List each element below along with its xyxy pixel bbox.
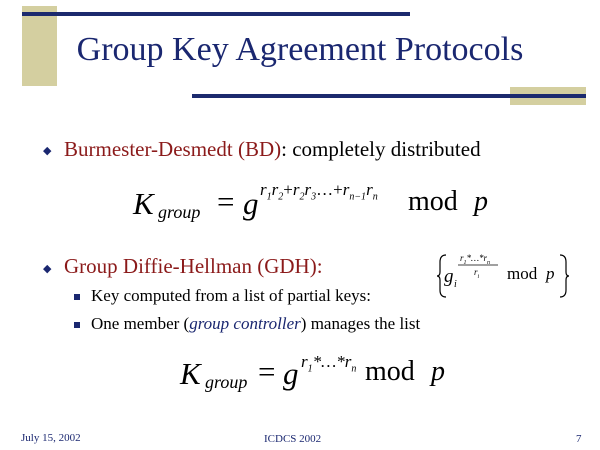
slide-title: Group Key Agreement Protocols xyxy=(76,31,524,68)
gdh-subitem-partial-keys: Key computed from a list of partial keys… xyxy=(91,286,371,305)
square-bullet-icon xyxy=(74,322,80,328)
partial-key-formula: g i r1*…*rn ri mod p xyxy=(436,252,570,300)
gdh-formula: K group = g r1*…*rn mod p xyxy=(180,352,445,392)
bd-description: : completely distributed xyxy=(281,137,481,161)
decorative-line-bottom xyxy=(192,94,586,98)
footer-page-number: 7 xyxy=(576,433,582,445)
bd-name: Burmester-Desmedt (BD) xyxy=(64,137,282,161)
bullet-bd: Burmester-Desmedt (BD): completely distr… xyxy=(64,137,481,162)
diamond-bullet-icon: ◆ xyxy=(43,263,52,275)
square-bullet-icon xyxy=(74,294,80,300)
footer-conference: ICDCS 2002 xyxy=(264,433,322,445)
footer-date: July 15, 2002 xyxy=(21,432,81,444)
gdh-name: Group Diffie-Hellman (GDH): xyxy=(64,254,323,278)
decorative-line-top xyxy=(22,12,410,16)
gdh-subitem-group-controller: One member (group controller) manages th… xyxy=(91,314,421,333)
diamond-bullet-icon: ◆ xyxy=(43,145,52,157)
bd-formula: K group = g r1r2+r2r3…+rn−1rn mod p xyxy=(133,180,488,222)
